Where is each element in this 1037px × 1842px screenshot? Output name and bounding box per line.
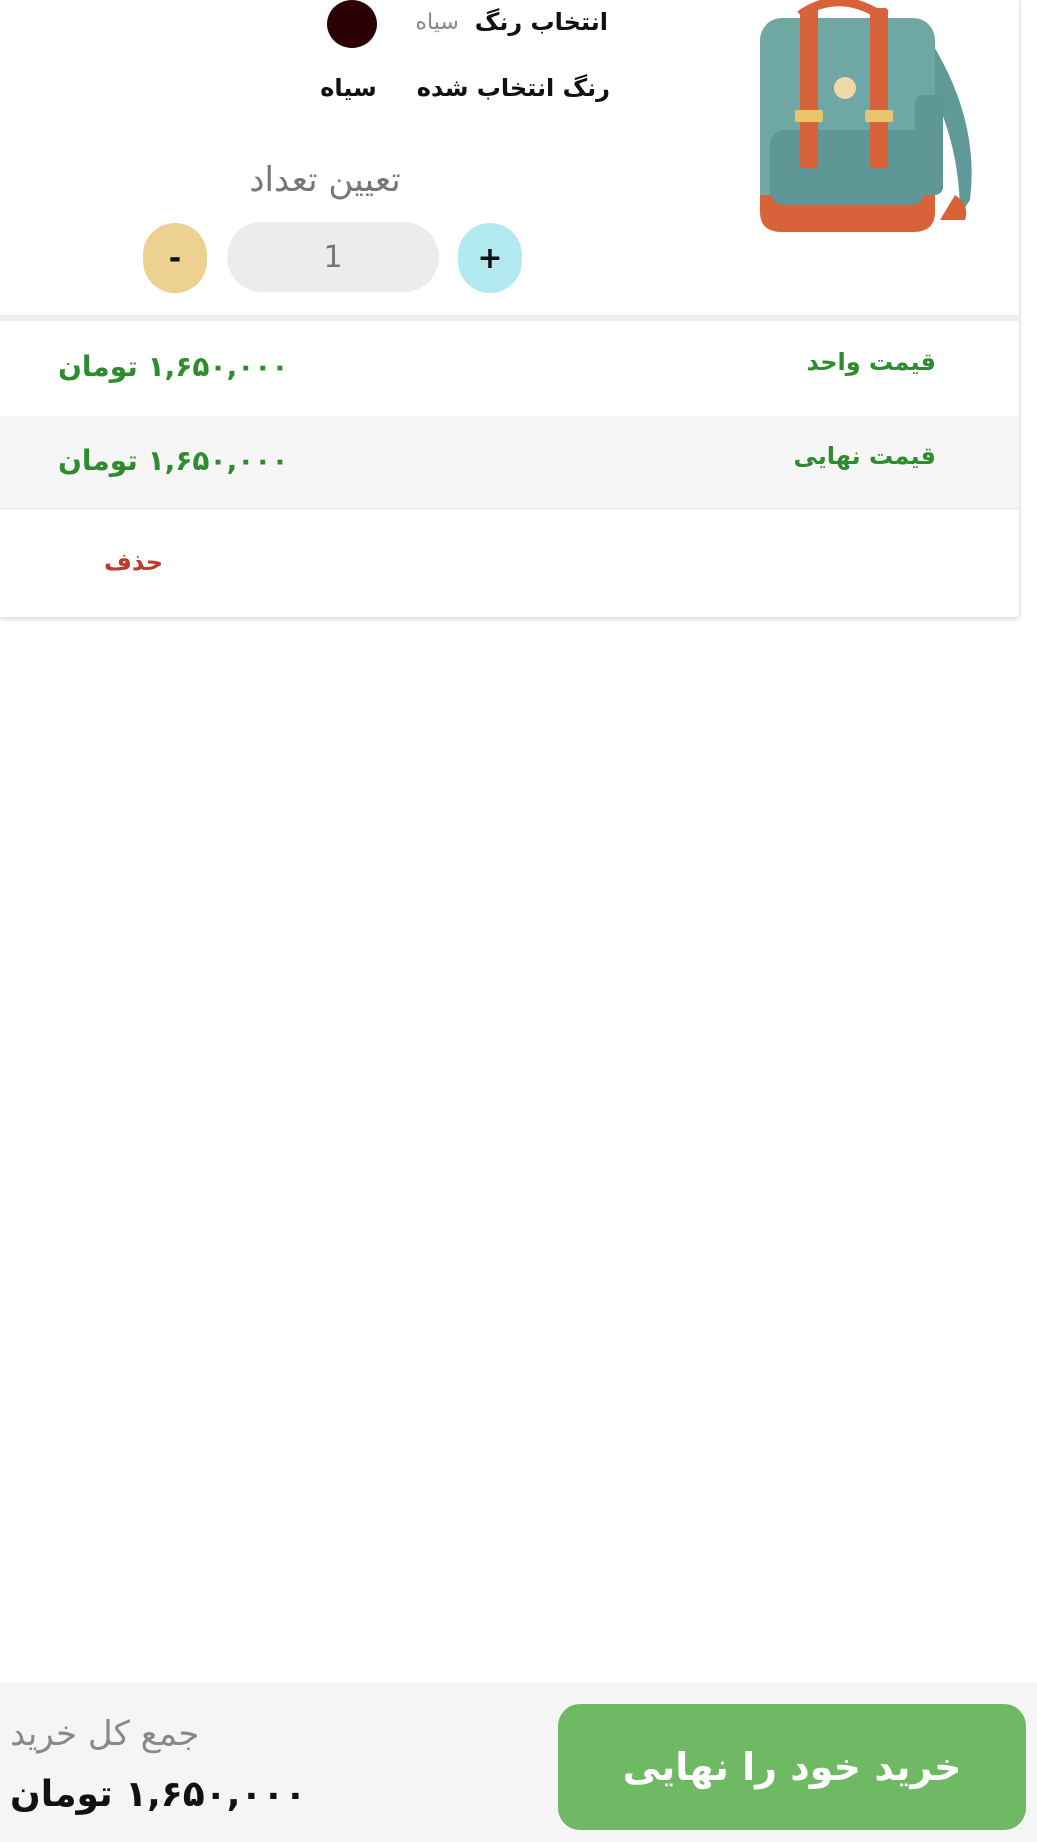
quantity-field[interactable]: 1 — [227, 222, 439, 292]
unit-price-row: قیمت واحد ۱,۶۵۰,۰۰۰ تومان — [0, 322, 1019, 414]
selected-color-label: رنگ انتخاب شده — [416, 74, 610, 102]
increment-button[interactable]: + — [458, 223, 522, 293]
selected-color-value: سیاه — [320, 74, 377, 102]
checkout-button[interactable]: خرید خود را نهایی — [558, 1704, 1026, 1830]
final-price-label: قیمت نهایی — [793, 442, 936, 470]
unit-price-label: قیمت واحد — [806, 348, 936, 376]
final-price-value: ۱,۶۵۰,۰۰۰ تومان — [58, 444, 289, 477]
divider — [0, 315, 1019, 321]
product-image — [760, 0, 972, 232]
quantity-title: تعیین تعداد — [249, 160, 401, 200]
cart-item-card: انتخاب رنگ سیاه رنگ انتخاب شده سیاه تعیی… — [0, 0, 1020, 618]
total-label: جمع کل خرید — [10, 1714, 200, 1754]
decrement-button[interactable]: - — [143, 223, 207, 293]
delete-button[interactable]: حذف — [104, 548, 163, 576]
color-select[interactable]: انتخاب رنگ سیاه — [415, 4, 608, 40]
unit-price-value: ۱,۶۵۰,۰۰۰ تومان — [58, 350, 289, 383]
selected-color: رنگ انتخاب شده سیاه — [320, 74, 610, 102]
total-value: ۱,۶۵۰,۰۰۰ تومان — [10, 1774, 307, 1815]
color-option-name: سیاه — [415, 9, 459, 35]
color-swatch[interactable] — [327, 0, 377, 48]
final-price-row: قیمت نهایی ۱,۶۵۰,۰۰۰ تومان — [0, 416, 1019, 509]
color-select-label: انتخاب رنگ — [474, 8, 608, 36]
